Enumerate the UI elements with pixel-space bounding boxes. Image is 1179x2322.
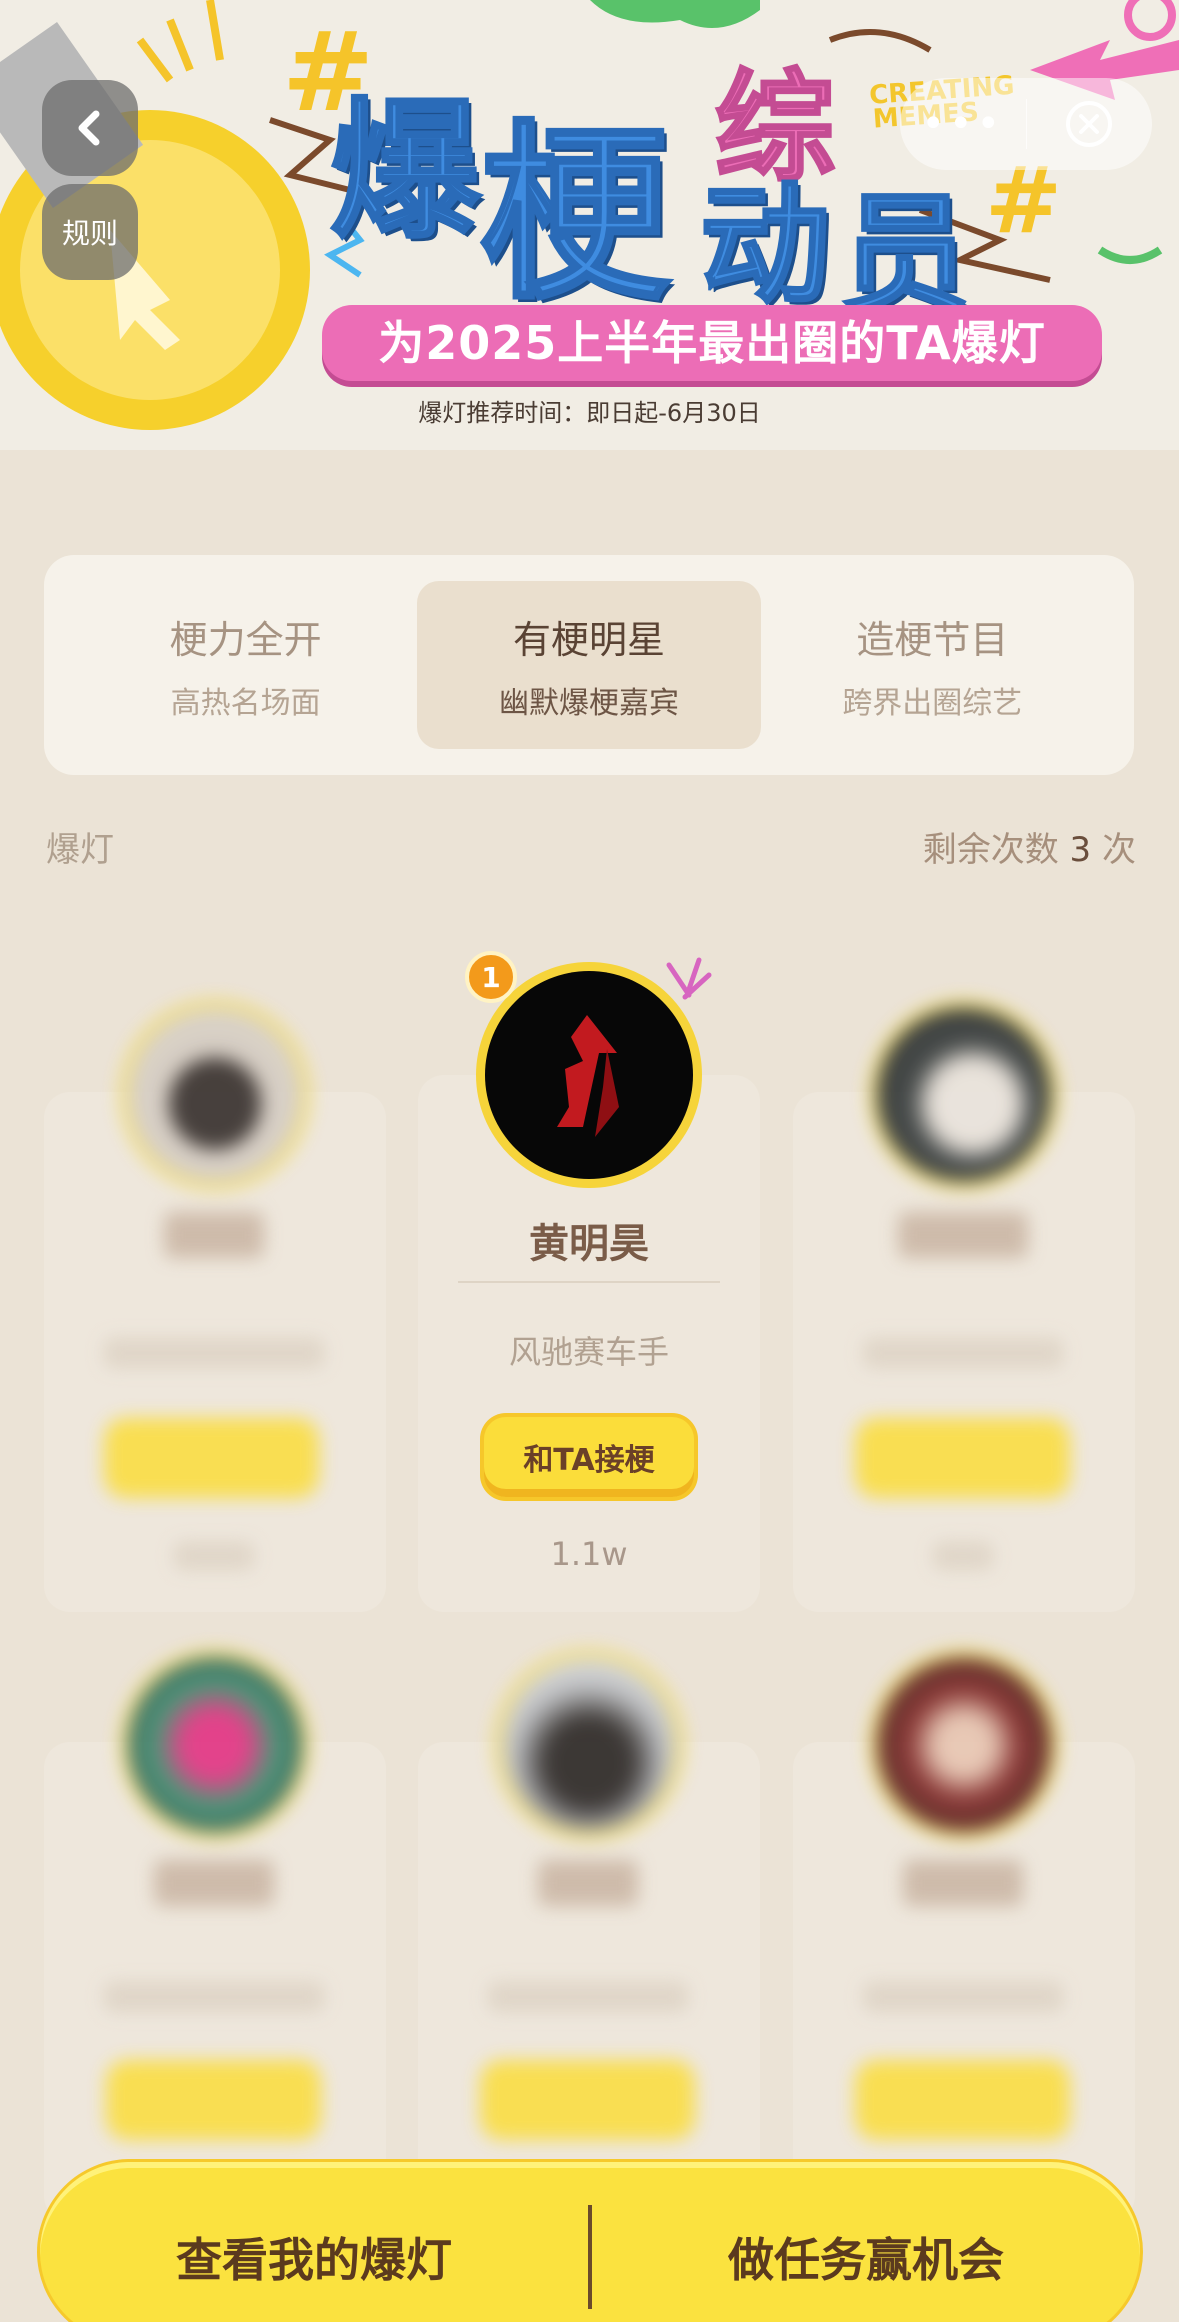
tab-meme-shows[interactable]: 造梗节目 跨界出圈综艺 [761, 581, 1104, 749]
star-card-blurred[interactable] [793, 1000, 1135, 1612]
avatar [494, 1650, 684, 1840]
category-tabs: 梗力全开 高热名场面 有梗明星 幽默爆梗嘉宾 造梗节目 跨界出圈综艺 [44, 555, 1134, 775]
close-circle-icon [1066, 101, 1113, 147]
star-card-blurred[interactable] [793, 1650, 1135, 2222]
bottom-action-bar: 查看我的爆灯 做任务赢机会 [40, 2162, 1140, 2322]
green-squiggle [1097, 246, 1163, 264]
rules-button[interactable]: 规则 [42, 184, 138, 280]
pink-loop-decoration [1124, 0, 1176, 41]
green-bubble-decoration [590, 0, 760, 28]
tab-subtitle: 高热名场面 [170, 685, 321, 721]
tasks-button[interactable]: 做任务赢机会 [592, 2214, 1140, 2290]
star-name: 黄明昊 [529, 1221, 649, 1267]
star-card-blurred[interactable] [44, 1000, 386, 1612]
featured-avatar-wrap: 1 [465, 951, 712, 1193]
card-divider [458, 1281, 720, 1283]
avatar [120, 1000, 310, 1190]
tab-title: 有梗明星 [512, 617, 665, 662]
vote-count: 1.1w [550, 1535, 628, 1573]
title-char-1: 爆 [328, 84, 481, 261]
remaining-count: 3 [1069, 830, 1092, 870]
tab-title: 造梗节目 [856, 617, 1009, 662]
chevron-left-icon [78, 110, 100, 146]
remaining-prefix: 剩余次数 [922, 830, 1059, 870]
star-card-blurred[interactable] [44, 1650, 386, 2222]
star-role: 风驰赛车手 [508, 1333, 669, 1371]
close-button[interactable] [1027, 99, 1153, 149]
blurred-content [44, 1000, 386, 1612]
tab-meme-stars[interactable]: 有梗明星 幽默爆梗嘉宾 [417, 581, 761, 749]
connect-meme-button[interactable]: 和TA接梗 [484, 1417, 694, 1497]
title-char-2: 梗 [478, 103, 671, 327]
star-card-blurred[interactable] [418, 1650, 760, 2222]
my-votes-button[interactable]: 查看我的爆灯 [40, 2214, 588, 2290]
tab-subtitle: 幽默爆梗嘉宾 [498, 685, 679, 721]
event-period: 爆灯推荐时间：即日起-6月30日 [418, 399, 761, 427]
miniprogram-capsule: ••• [900, 78, 1152, 170]
vote-label: 爆灯 [46, 830, 114, 870]
blurred-content [418, 1650, 760, 2222]
remaining-votes: 剩余次数 3 次 [923, 822, 1136, 871]
sparkle-lines [136, 0, 224, 83]
star-card-featured[interactable]: 1 黄明昊 风驰赛车手 和TA接梗 1.1w [418, 951, 760, 1612]
blurred-content [793, 1000, 1135, 1612]
avatar [120, 1650, 310, 1840]
title-char-4: 动 [698, 168, 831, 323]
tab-meme-power[interactable]: 梗力全开 高热名场面 [74, 581, 417, 749]
avatar [869, 1650, 1059, 1840]
tab-subtitle: 跨界出圈综艺 [842, 685, 1023, 721]
event-banner: # # 爆 梗 综 动 员 CREATING MEMES 为2025上半年最出圈… [0, 0, 1179, 450]
avatar [869, 1000, 1059, 1190]
blurred-content [793, 1650, 1135, 2222]
tab-title: 梗力全开 [169, 617, 322, 662]
sparkle-icon [666, 957, 712, 1000]
event-slogan: 为2025上半年最出圈的TA爆灯 [322, 305, 1102, 381]
back-button[interactable] [42, 80, 138, 176]
blurred-content [44, 1650, 386, 2222]
vote-info-row: 爆灯 剩余次数 3 次 [46, 822, 1136, 871]
remaining-suffix: 次 [1102, 830, 1136, 870]
more-button[interactable]: ••• [900, 104, 1026, 144]
rank-badge: 1 [465, 951, 517, 1003]
